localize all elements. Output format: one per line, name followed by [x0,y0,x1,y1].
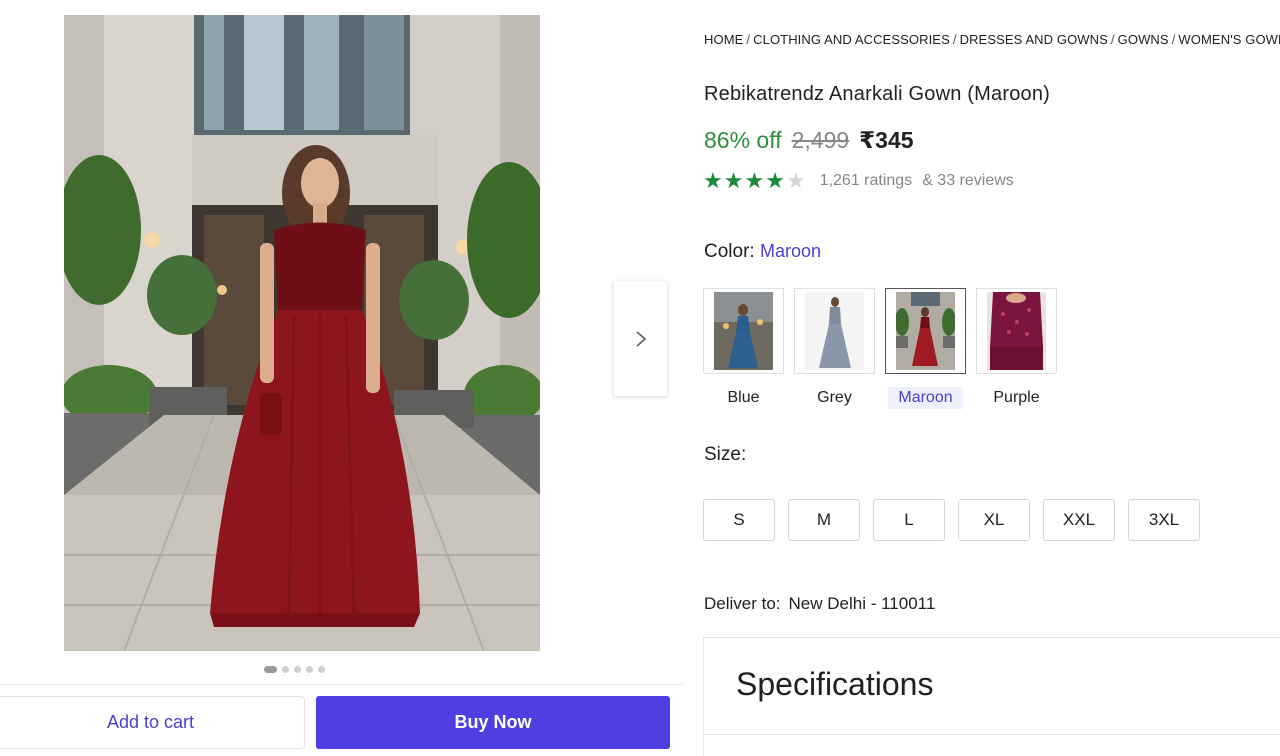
star-rating[interactable]: ★ ★ ★ ★ ★ [703,168,806,193]
color-swatch-blue[interactable]: Blue [703,288,784,409]
color-swatch-maroon[interactable]: Maroon [885,288,966,409]
breadcrumb-clothing[interactable]: CLOTHING AND ACCESSORIES [753,32,950,47]
breadcrumb-dresses[interactable]: DRESSES AND GOWNS [960,32,1108,47]
delivery-address: New Delhi - 110011 [788,594,936,613]
color-swatch-purple[interactable]: Purple [976,288,1057,409]
size-option-m[interactable]: M [788,499,860,541]
purchase-actions-bar: Add to cart Buy Now [0,684,683,756]
specifications-section: Specifications [703,637,1280,756]
star-empty-icon: ★ [785,168,806,193]
divider [704,734,1280,735]
product-title: Rebikatrendz Anarkali Gown (Maroon) [704,83,1051,105]
product-page: Add to cart Buy Now HOME / CLOTHING AND AC… [0,0,1280,756]
delivery-label: Deliver to: [704,594,781,613]
color-swatch-label: Maroon [888,387,963,409]
color-swatch-image [703,288,784,374]
price-row: 86% off 2,499 ₹345 [704,127,914,154]
color-swatch-image [794,288,875,374]
carousel-dot[interactable] [282,666,289,673]
star-filled-icon: ★ [744,168,765,193]
swatch-thumbnail [805,292,864,370]
size-label: Size: [704,444,747,465]
chevron-right-icon [635,330,646,347]
size-option-xl[interactable]: XL [958,499,1030,541]
add-to-cart-button[interactable]: Add to cart [0,696,305,749]
swatch-thumbnail [896,292,955,370]
original-price: 2,499 [791,127,850,153]
rating-row: ★ ★ ★ ★ ★ 1,261 ratings & 33 reviews [703,168,1014,193]
color-swatch-label: Blue [727,389,760,406]
carousel-dot-active[interactable] [264,666,277,673]
breadcrumb-womens-gowns[interactable]: WOMEN'S GOWNS [1178,32,1280,47]
size-option-3xl[interactable]: 3XL [1128,499,1200,541]
specifications-title[interactable]: Specifications [736,666,933,703]
color-swatch-label: Purple [993,389,1040,406]
discount-percent: 86% off [704,127,782,153]
selected-color: Maroon [759,241,821,261]
carousel-dot[interactable] [294,666,301,673]
star-filled-icon: ★ [765,168,785,193]
color-swatch-image [976,288,1057,374]
image-carousel-dots [264,666,325,673]
color-label-text: Color: [704,241,755,262]
ratings-count[interactable]: 1,261 ratings [820,172,913,190]
carousel-dot[interactable] [306,666,313,673]
color-swatch-label: Grey [817,389,852,406]
size-option-xxl[interactable]: XXL [1043,499,1115,541]
size-option-s[interactable]: S [703,499,775,541]
carousel-dot[interactable] [318,666,325,673]
buy-now-button[interactable]: Buy Now [316,696,670,749]
swatch-thumbnail [714,292,773,370]
color-label: Color: Maroon [704,241,821,263]
color-swatch-grey[interactable]: Grey [794,288,875,409]
product-main-image[interactable] [64,15,540,651]
breadcrumb-home[interactable]: HOME [704,32,743,47]
star-filled-icon: ★ [723,168,744,193]
delivery-location[interactable]: Deliver to: New Delhi - 110011 [704,594,935,614]
swatch-thumbnail [987,292,1046,370]
size-options: S M L XL XXL 3XL [703,499,1200,541]
color-swatch-image [885,288,966,374]
breadcrumb-gowns[interactable]: GOWNS [1118,32,1169,47]
size-option-l[interactable]: L [873,499,945,541]
breadcrumb: HOME / CLOTHING AND ACCESSORIES / DRESSES AN… [704,32,1280,47]
next-image-button[interactable] [614,281,667,396]
reviews-count[interactable]: & 33 reviews [922,172,1014,190]
selling-price: ₹345 [859,127,914,153]
color-swatches: Blue Grey Maroon Purple [703,288,1057,409]
star-filled-icon: ★ [703,168,723,193]
